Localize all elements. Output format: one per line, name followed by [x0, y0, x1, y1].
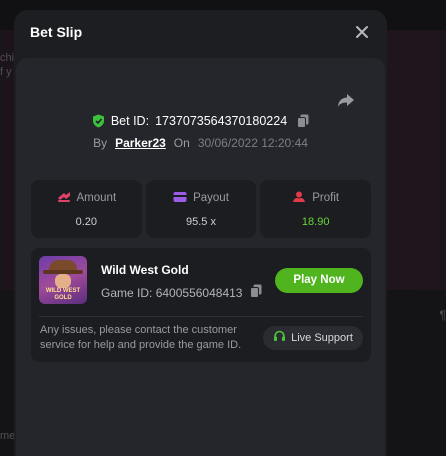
by-label: By [93, 136, 108, 150]
close-icon[interactable] [354, 24, 370, 40]
verified-shield-icon [92, 114, 105, 128]
on-label: On [173, 136, 190, 150]
support-message: Any issues, please contact the customer … [40, 324, 242, 351]
game-thumbnail-logo: WILD WEST GOLD [45, 288, 81, 301]
payout-value: 95.5 x [186, 215, 216, 228]
game-name: Wild West Gold [101, 263, 189, 277]
game-thumbnail[interactable]: WILD WEST GOLD [39, 256, 87, 304]
payout-label: Payout [193, 192, 229, 204]
copy-game-id-icon[interactable] [250, 284, 262, 301]
headset-icon [273, 330, 286, 346]
bet-details-card: Bet ID: 1737073564370180224 By Parker23 … [16, 58, 385, 456]
play-now-button[interactable]: Play Now [275, 268, 363, 293]
game-id-label: Game ID: [101, 285, 153, 300]
bet-date: 30/06/2022 12:20:44 [197, 136, 308, 150]
copy-bet-id-icon[interactable] [297, 114, 309, 128]
profit-value: 18.90 [301, 215, 330, 228]
bet-id-label: Bet ID: [110, 114, 150, 128]
game-id-value: 6400556048413 [155, 285, 243, 300]
bet-slip-modal: Bet Slip Bet ID: 1737073564370180224 By … [14, 10, 387, 456]
share-icon[interactable] [336, 90, 356, 110]
modal-title: Bet Slip [30, 24, 83, 40]
game-id-row: Game ID: 6400556048413 [101, 284, 262, 301]
amount-icon [57, 191, 71, 206]
profit-label: Profit [312, 192, 340, 204]
amount-label: Amount [76, 192, 117, 204]
amount-value: 0.20 [75, 215, 98, 228]
bet-stats: Amount 0.20 Payout 95.5 x Profit 18.90 [31, 180, 372, 238]
stat-payout: Payout 95.5 x [145, 180, 257, 238]
bet-author-row: By Parker23 On 30/06/2022 12:20:44 [16, 136, 385, 150]
bet-id-row: Bet ID: 1737073564370180224 [16, 114, 385, 128]
game-info-box: WILD WEST GOLD Wild West Gold Game ID: 6… [31, 248, 371, 362]
wallet-icon [173, 191, 187, 206]
divider [39, 316, 363, 317]
username-link[interactable]: Parker23 [115, 136, 166, 150]
bet-id-value: 1737073564370180224 [155, 114, 288, 128]
stat-profit: Profit 18.90 [260, 180, 372, 238]
live-support-label: Live Support [291, 332, 353, 344]
profit-icon [292, 191, 306, 206]
live-support-button[interactable]: Live Support [263, 326, 363, 350]
stat-amount: Amount 0.20 [31, 180, 142, 238]
